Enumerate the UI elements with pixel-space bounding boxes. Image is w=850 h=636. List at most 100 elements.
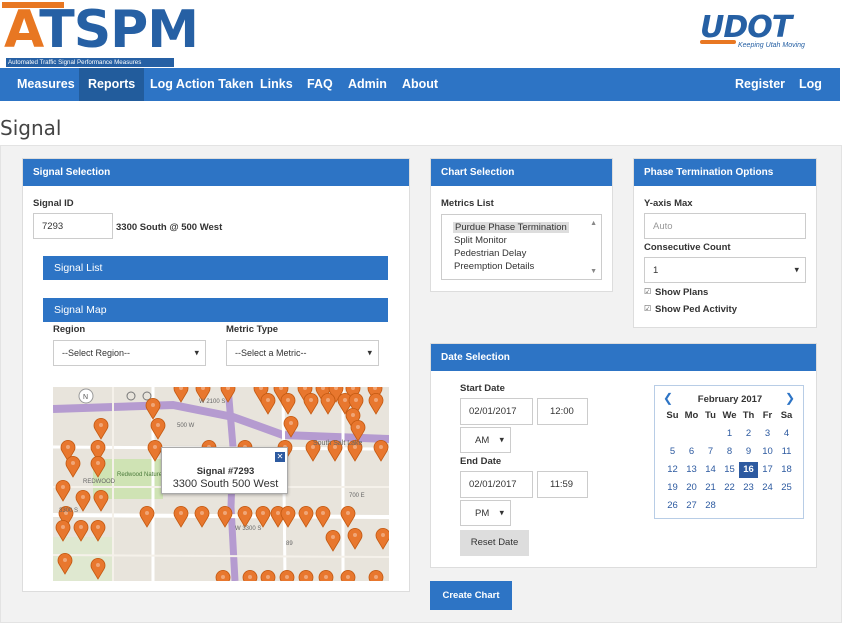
calendar-day[interactable]: 13 (682, 462, 701, 478)
calendar-day[interactable]: 12 (663, 462, 682, 478)
end-ampm-select[interactable]: PM (460, 500, 511, 526)
show-plans-checkbox[interactable]: ☑ (644, 288, 652, 296)
signal-marker-highlight (156, 423, 160, 427)
nav-log-action-taken[interactable]: Log Action Taken (141, 68, 262, 101)
metric-type-select[interactable]: --Select a Metric-- (226, 340, 379, 366)
show-ped-activity-checkbox[interactable]: ☑ (644, 305, 652, 313)
scroll-up-icon[interactable]: ▲ (590, 220, 597, 227)
end-date-label: End Date (460, 456, 502, 467)
metric-type-select-value: --Select a Metric-- (235, 348, 307, 358)
start-time-input[interactable]: 12:00 (537, 398, 588, 425)
start-ampm-select[interactable]: AM (460, 427, 511, 453)
signal-marker-highlight (248, 575, 252, 579)
signal-marker-highlight (354, 398, 358, 402)
metric-option[interactable]: Split Monitor (454, 235, 507, 246)
signal-marker-highlight (343, 398, 347, 402)
atspm-logo[interactable]: ATSPM Automated Traffic Signal Performan… (4, 4, 199, 67)
nav-register[interactable]: Register (726, 68, 794, 101)
popup-close-icon[interactable]: ✕ (275, 452, 285, 462)
signal-marker-highlight (374, 398, 378, 402)
signal-marker-highlight (71, 461, 75, 465)
signal-marker-highlight (221, 575, 225, 579)
calendar-day[interactable]: 5 (663, 444, 682, 460)
calendar-day[interactable]: 22 (720, 480, 739, 496)
calendar-day[interactable]: 15 (720, 462, 739, 478)
create-chart-button[interactable]: Create Chart (430, 581, 512, 610)
popup-title: Signal #7293 (196, 466, 255, 477)
start-date-input[interactable]: 02/01/2017 (460, 398, 533, 425)
calendar-day[interactable]: 17 (758, 462, 777, 478)
calendar-day[interactable]: 23 (739, 480, 758, 496)
calendar-day[interactable]: 6 (682, 444, 701, 460)
signal-list-toggle[interactable]: Signal List (43, 256, 388, 280)
calendar-day[interactable]: 20 (682, 480, 701, 496)
signal-marker-highlight (96, 445, 100, 449)
nav-links[interactable]: Links (251, 68, 302, 101)
udot-logo[interactable]: UDOT Keeping Utah Moving (700, 10, 825, 50)
calendar-dow-label: Th (742, 410, 755, 421)
nav-reports[interactable]: Reports (79, 68, 145, 101)
map-label-3300s: 3300 S (59, 508, 78, 514)
nav-about[interactable]: About (393, 68, 447, 101)
calendar-day[interactable]: 14 (701, 462, 720, 478)
calendar-day[interactable]: 24 (758, 480, 777, 496)
signal-marker-highlight (261, 511, 265, 515)
signal-marker-highlight (61, 485, 65, 489)
calendar-day[interactable]: 7 (701, 444, 720, 460)
calendar-day[interactable]: 21 (701, 480, 720, 496)
signal-marker-highlight (304, 575, 308, 579)
scroll-down-icon[interactable]: ▼ (590, 268, 597, 275)
signal-marker-highlight (356, 425, 360, 429)
map-label-redwood-road: REDWOOD (83, 479, 116, 485)
signal-marker-highlight (324, 575, 328, 579)
nav-log-in[interactable]: Log in (790, 68, 840, 124)
metrics-listbox[interactable]: Purdue Phase Termination Split Monitor P… (441, 214, 602, 280)
nav-faq[interactable]: FAQ (298, 68, 342, 101)
nav-admin[interactable]: Admin (339, 68, 396, 101)
signal-marker-highlight (151, 403, 155, 407)
calendar-day[interactable]: 27 (682, 498, 701, 514)
signal-marker-highlight (346, 575, 350, 579)
calendar-dow-label: Sa (780, 410, 793, 421)
calendar-day[interactable]: 11 (777, 444, 796, 460)
calendar-dow-label: Mo (684, 410, 699, 421)
calendar-day[interactable]: 10 (758, 444, 777, 460)
calendar-day[interactable]: 1 (720, 426, 739, 442)
calendar-day[interactable]: 25 (777, 480, 796, 496)
end-date-input[interactable]: 02/01/2017 (460, 471, 533, 498)
calendar-day[interactable]: 19 (663, 480, 682, 496)
reset-date-button[interactable]: Reset Date (460, 530, 529, 556)
ymax-input[interactable]: Auto (644, 213, 806, 239)
signal-marker-highlight (289, 421, 293, 425)
nav-measures[interactable]: Measures (8, 68, 84, 101)
calendar-day[interactable]: 3 (758, 426, 777, 442)
calendar-day[interactable]: 4 (777, 426, 796, 442)
svg-text:N: N (83, 394, 88, 401)
metric-option[interactable]: Pedestrian Delay (454, 248, 526, 259)
signal-marker-highlight (96, 461, 100, 465)
calendar-day[interactable]: 2 (739, 426, 758, 442)
signal-marker-highlight (374, 575, 378, 579)
signal-marker-highlight (326, 398, 330, 402)
consecutive-count-select[interactable]: 1 (644, 257, 806, 283)
calendar-day[interactable]: 26 (663, 498, 682, 514)
calendar-day[interactable]: 18 (777, 462, 796, 478)
calendar-day[interactable]: 28 (701, 498, 720, 514)
calendar-day[interactable]: 8 (720, 444, 739, 460)
metric-option[interactable]: Purdue Phase Termination (453, 222, 569, 233)
metric-option[interactable]: Preemption Details (454, 261, 534, 272)
map-label-w3300s: W 3300 S (235, 526, 261, 532)
logo-text: ATSPM (4, 4, 199, 56)
popup-subtitle: 3300 South 500 West (172, 478, 279, 490)
end-time-input[interactable]: 11:59 (537, 471, 588, 498)
calendar-next-icon[interactable]: ❯ (785, 391, 795, 405)
calendar-day[interactable]: 16 (739, 462, 758, 478)
region-select[interactable]: --Select Region-- (53, 340, 206, 366)
signal-id-input[interactable]: 7293 (33, 213, 113, 239)
signal-marker-highlight (96, 563, 100, 567)
calendar-day[interactable]: 9 (739, 444, 758, 460)
signal-marker-highlight (346, 511, 350, 515)
signal-marker-highlight (266, 575, 270, 579)
signal-marker-highlight (321, 511, 325, 515)
signal-map-toggle[interactable]: Signal Map (43, 298, 388, 322)
